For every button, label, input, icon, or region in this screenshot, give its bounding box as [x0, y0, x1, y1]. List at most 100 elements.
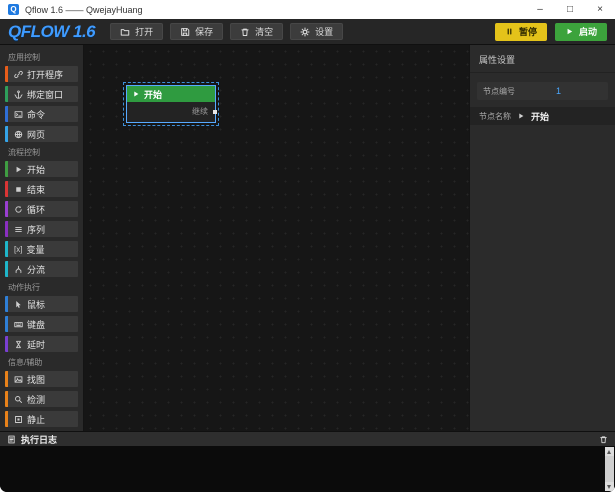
- titlebar: Q Qflow 1.6 —— QwejayHuang –□×: [0, 0, 615, 19]
- start-node-header[interactable]: 开始: [127, 86, 215, 102]
- node-palette-sidebar: 应用控制打开程序绑定窗口命令网页流程控制开始结束循环序列 [x]变量分流动作执行鼠…: [0, 45, 84, 431]
- sidebar-item-open-program-label: 打开程序: [27, 68, 63, 81]
- pause-button[interactable]: 暂停: [495, 23, 547, 41]
- play-icon: [565, 27, 574, 36]
- sidebar-item-mouse[interactable]: 鼠标: [5, 296, 78, 312]
- app-window: QFLOW 1.6 打开 保存 清空 设置 暂停 启动 应用控制打开程序绑定窗口命令网页…: [0, 19, 615, 492]
- start-node-title: 开始: [144, 88, 162, 101]
- log-title: 执行日志: [21, 433, 57, 446]
- sidebar-item-still[interactable]: 静止: [5, 411, 78, 427]
- desktop: Q Qflow 1.6 —— QwejayHuang –□× QFLOW 1.6…: [0, 0, 615, 500]
- image-icon: [14, 375, 23, 384]
- anchor-icon: [14, 90, 23, 99]
- sidebar-item-find-image[interactable]: 找图: [5, 371, 78, 387]
- toolbar-buttons: 打开 保存 清空 设置: [110, 23, 343, 40]
- open-button-label: 打开: [135, 25, 153, 38]
- close-button[interactable]: ×: [585, 0, 615, 19]
- node-output-port[interactable]: [213, 110, 217, 114]
- play-icon: [14, 165, 23, 174]
- start-button-label: 启动: [579, 25, 597, 38]
- clear-button[interactable]: 清空: [230, 23, 283, 40]
- section-title-info-misc: 信息/辅助: [8, 357, 75, 368]
- trash-icon: [240, 27, 250, 37]
- sidebar-item-sequence[interactable]: 序列: [5, 221, 78, 237]
- flow-canvas[interactable]: 开始 继续: [84, 45, 469, 431]
- section-title-app-control: 应用控制: [8, 52, 75, 63]
- gear-icon: [300, 27, 310, 37]
- log-scrollbar[interactable]: [605, 447, 614, 491]
- section-title-action-exec: 动作执行: [8, 282, 75, 293]
- section-title-flow-control: 流程控制: [8, 147, 75, 158]
- sidebar-item-bind-window-label: 绑定窗口: [27, 88, 63, 101]
- save-icon: [180, 27, 190, 37]
- window-controls: –□×: [525, 0, 615, 19]
- magnifier-icon: [14, 395, 23, 404]
- open-button[interactable]: 打开: [110, 23, 163, 40]
- settings-button[interactable]: 设置: [290, 23, 343, 40]
- sidebar-item-webpage[interactable]: 网页: [5, 126, 78, 142]
- sidebar-item-end[interactable]: 结束: [5, 181, 78, 197]
- sidebar-item-sequence-label: 序列: [27, 223, 45, 236]
- sidebar-item-branch[interactable]: 分流: [5, 261, 78, 277]
- scroll-down-icon[interactable]: [605, 482, 614, 491]
- node-id-row: 节点编号 1: [477, 82, 608, 100]
- pause-icon: [505, 27, 514, 36]
- sidebar-item-keyboard-label: 键盘: [27, 318, 45, 331]
- save-button-label: 保存: [195, 25, 213, 38]
- sidebar-item-loop[interactable]: 循环: [5, 201, 78, 217]
- run-controls: 暂停 启动: [495, 23, 607, 41]
- sidebar-item-detect[interactable]: 检测: [5, 391, 78, 407]
- node-name-value[interactable]: 开始: [531, 110, 549, 123]
- node-id-label: 节点编号: [483, 86, 515, 97]
- list-icon: [14, 225, 23, 234]
- sidebar-item-variable[interactable]: [x]变量: [5, 241, 78, 257]
- sidebar-item-delay-label: 延时: [27, 338, 45, 351]
- window-title: Qflow 1.6 —— QwejayHuang: [25, 5, 143, 15]
- qflow-logo: QFLOW 1.6: [8, 22, 95, 42]
- cursor-icon: [14, 300, 23, 309]
- start-button[interactable]: 启动: [555, 23, 607, 41]
- log-icon: [7, 435, 16, 444]
- pause-button-label: 暂停: [519, 25, 537, 38]
- log-output-area[interactable]: [0, 446, 615, 492]
- loop-icon: [14, 205, 23, 214]
- stop-icon: [14, 185, 23, 194]
- hourglass-icon: [14, 340, 23, 349]
- branch-icon: [14, 265, 23, 274]
- trash-icon: [599, 435, 608, 444]
- sidebar-item-detect-label: 检测: [27, 393, 45, 406]
- start-node[interactable]: 开始 继续: [127, 86, 215, 122]
- sidebar-item-start[interactable]: 开始: [5, 161, 78, 177]
- scroll-up-icon[interactable]: [605, 447, 614, 456]
- sidebar-item-bind-window[interactable]: 绑定窗口: [5, 86, 78, 102]
- sidebar-item-still-label: 静止: [27, 413, 45, 426]
- toolbar: QFLOW 1.6 打开 保存 清空 设置 暂停 启动: [0, 19, 615, 45]
- sidebar-item-keyboard[interactable]: 键盘: [5, 316, 78, 332]
- sidebar-item-webpage-label: 网页: [27, 128, 45, 141]
- sidebar-item-branch-label: 分流: [27, 263, 45, 276]
- save-button[interactable]: 保存: [170, 23, 223, 40]
- sidebar-item-command-label: 命令: [27, 108, 45, 121]
- variable-icon: [x]: [14, 245, 22, 254]
- node-id-value[interactable]: 1: [515, 86, 602, 96]
- keyboard-icon: [14, 320, 23, 329]
- sidebar-item-open-program[interactable]: 打开程序: [5, 66, 78, 82]
- link-icon: [14, 70, 23, 79]
- maximize-button[interactable]: □: [555, 0, 585, 19]
- sidebar-item-end-label: 结束: [27, 183, 45, 196]
- sidebar-item-delay[interactable]: 延时: [5, 336, 78, 352]
- start-node-body[interactable]: 继续: [127, 102, 215, 122]
- terminal-icon: [14, 110, 23, 119]
- sidebar-item-mouse-label: 鼠标: [27, 298, 45, 311]
- minimize-button[interactable]: –: [525, 0, 555, 19]
- node-name-label: 节点名称: [479, 111, 511, 122]
- play-icon: [517, 112, 525, 120]
- main-area: 应用控制打开程序绑定窗口命令网页流程控制开始结束循环序列[x]变量分流动作执行鼠…: [0, 45, 615, 431]
- sidebar-item-start-label: 开始: [27, 163, 45, 176]
- sidebar-item-command[interactable]: 命令: [5, 106, 78, 122]
- log-header: 执行日志: [0, 431, 615, 446]
- app-logo-icon: Q: [8, 4, 19, 15]
- clear-log-button[interactable]: [599, 435, 608, 444]
- clear-button-label: 清空: [255, 25, 273, 38]
- still-icon: [14, 415, 23, 424]
